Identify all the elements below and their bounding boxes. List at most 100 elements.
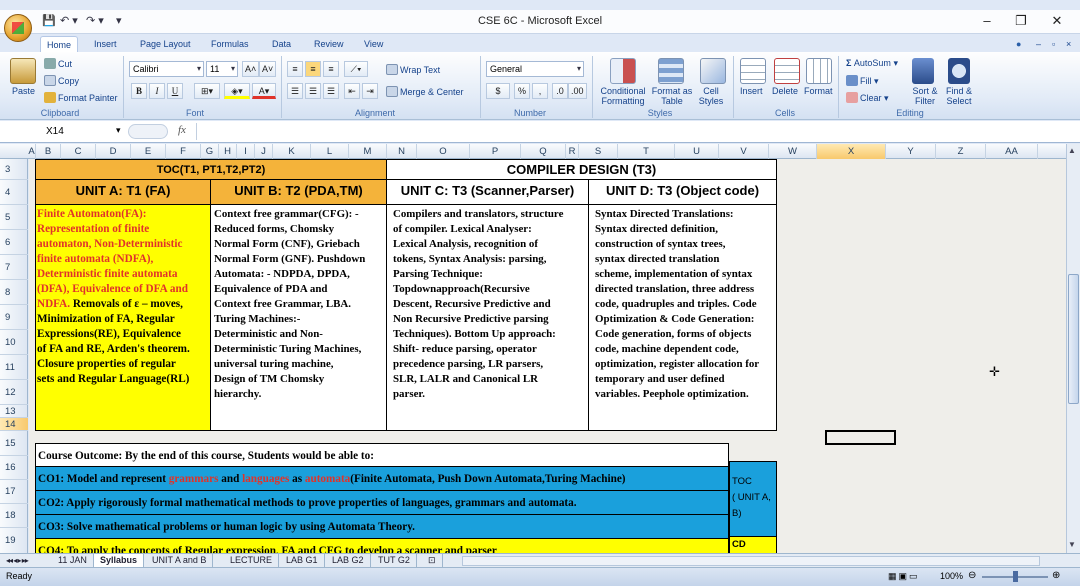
- sheet-tab[interactable]: 11 JAN: [52, 554, 94, 567]
- align-right-icon[interactable]: ☰: [323, 83, 339, 99]
- sheet-tab[interactable]: LAB G1: [280, 554, 325, 567]
- fx-icon[interactable]: fx: [178, 124, 186, 136]
- font-name-select[interactable]: Calibri: [129, 61, 204, 77]
- scroll-down-icon[interactable]: ▼: [1068, 540, 1076, 549]
- co3-row[interactable]: CO3: Solve mathematical problems or huma…: [35, 515, 729, 539]
- column-header-d[interactable]: D: [96, 144, 131, 159]
- column-header-m[interactable]: M: [349, 144, 387, 159]
- selected-cell[interactable]: [825, 430, 896, 445]
- column-header-y[interactable]: Y: [886, 144, 936, 159]
- binoculars-icon[interactable]: [948, 58, 970, 84]
- formula-input[interactable]: [196, 123, 1062, 140]
- horizontal-scrollbar[interactable]: [462, 556, 1040, 566]
- align-middle-icon[interactable]: ≡: [305, 61, 321, 77]
- align-top-icon[interactable]: ≡: [287, 61, 303, 77]
- restore-button[interactable]: ❐: [1006, 12, 1036, 30]
- tab-data[interactable]: Data: [266, 36, 297, 52]
- column-header-v[interactable]: V: [719, 144, 769, 159]
- align-center-icon[interactable]: ☰: [305, 83, 321, 99]
- unit-a-content[interactable]: Finite Automaton(FA): Representation of f…: [35, 205, 211, 431]
- sheet-tab[interactable]: Syllabus: [94, 554, 145, 567]
- align-bottom-icon[interactable]: ≡: [323, 61, 339, 77]
- row-header-8[interactable]: 8: [0, 280, 28, 305]
- conditional-formatting-icon[interactable]: [610, 58, 636, 84]
- name-box-dropdown-icon[interactable]: ▾: [116, 125, 121, 136]
- borders-icon[interactable]: ⊞▾: [194, 83, 220, 99]
- insert-cells-icon[interactable]: [740, 58, 766, 84]
- insert-sheet-icon[interactable]: ⊡: [422, 554, 443, 567]
- tab-insert[interactable]: Insert: [88, 36, 123, 52]
- zoom-in-icon[interactable]: ⊕: [1052, 570, 1060, 581]
- column-header-x[interactable]: X: [817, 144, 886, 159]
- column-header-l[interactable]: L: [311, 144, 349, 159]
- course-outcome-heading[interactable]: Course Outcome: By the end of this cours…: [35, 443, 729, 467]
- tab-page-layout[interactable]: Page Layout: [134, 36, 197, 52]
- sort-filter-icon[interactable]: [912, 58, 934, 84]
- row-header-11[interactable]: 11: [0, 355, 28, 380]
- grow-font-button[interactable]: A˄: [242, 61, 260, 77]
- conditional-formatting-button[interactable]: Conditional Formatting: [597, 86, 649, 106]
- toc-header[interactable]: TOC(T1, PT1,T2,PT2): [35, 159, 387, 180]
- cell-styles-button[interactable]: Cell Styles: [694, 86, 728, 106]
- unit-d-content[interactable]: Syntax Directed Translations: Syntax dire…: [589, 205, 777, 431]
- row-header-7[interactable]: 7: [0, 255, 28, 280]
- column-header-g[interactable]: G: [201, 144, 219, 159]
- side-toc-cell[interactable]: TOC ( UNIT A, B): [729, 461, 777, 537]
- row-header-4[interactable]: 4: [0, 180, 28, 205]
- column-header-r[interactable]: R: [566, 144, 579, 159]
- tab-view[interactable]: View: [358, 36, 389, 52]
- ribbon-restore-icon[interactable]: ▫: [1046, 36, 1061, 52]
- co4-row[interactable]: CO4: To apply the concepts of Regular ex…: [35, 539, 729, 553]
- column-header-j[interactable]: J: [255, 144, 273, 159]
- close-button[interactable]: ✕: [1042, 12, 1072, 30]
- column-header-f[interactable]: F: [166, 144, 201, 159]
- co1-row[interactable]: CO1: Model and represent grammars and la…: [35, 467, 729, 491]
- unit-d-title[interactable]: UNIT D: T3 (Object code): [589, 180, 777, 205]
- wrap-text-button[interactable]: Wrap Text: [386, 64, 440, 75]
- orientation-icon[interactable]: ⟋▾: [344, 61, 368, 77]
- office-button[interactable]: [4, 14, 32, 42]
- increase-decimal-icon[interactable]: .0: [552, 83, 568, 99]
- row-header-12[interactable]: 12: [0, 380, 28, 405]
- unit-c-content[interactable]: Compilers and translators, structure of c…: [387, 205, 589, 431]
- font-color-icon[interactable]: A▾: [252, 83, 276, 99]
- row-header-19[interactable]: 19: [0, 528, 28, 554]
- unit-b-content[interactable]: Context free grammar(CFG): - Reduced form…: [211, 205, 387, 431]
- column-header-w[interactable]: W: [769, 144, 817, 159]
- column-header-u[interactable]: U: [675, 144, 719, 159]
- insert-cells-button[interactable]: Insert: [740, 86, 763, 96]
- worksheet-grid[interactable]: TOC(T1, PT1,T2,PT2) COMPILER DESIGN (T3)…: [29, 159, 1066, 553]
- align-left-icon[interactable]: ☰: [287, 83, 303, 99]
- format-cells-button[interactable]: Format: [804, 86, 833, 96]
- row-header-5[interactable]: 5: [0, 205, 28, 230]
- unit-c-title[interactable]: UNIT C: T3 (Scanner,Parser): [387, 180, 589, 205]
- autosum-button[interactable]: Σ AutoSum ▾: [846, 58, 898, 69]
- format-table-button[interactable]: Format as Table: [651, 86, 693, 106]
- sheet-tab[interactable]: TUT G2: [372, 554, 417, 567]
- row-header-9[interactable]: 9: [0, 305, 28, 330]
- column-header-aa[interactable]: AA: [986, 144, 1038, 159]
- column-header-t[interactable]: T: [618, 144, 675, 159]
- clear-button[interactable]: Clear ▾: [846, 92, 889, 104]
- zoom-level[interactable]: 100%: [940, 571, 963, 581]
- decrease-decimal-icon[interactable]: .00: [568, 83, 587, 99]
- zoom-out-icon[interactable]: ⊖: [968, 570, 976, 581]
- sheet-tab[interactable]: UNIT A and B: [146, 554, 214, 567]
- merge-center-button[interactable]: Merge & Center: [386, 86, 464, 97]
- fill-color-icon[interactable]: ◈▾: [224, 83, 250, 99]
- shrink-font-button[interactable]: A˅: [259, 61, 277, 77]
- format-cells-icon[interactable]: [806, 58, 832, 84]
- help-icon[interactable]: ●: [1010, 36, 1027, 52]
- row-header-13[interactable]: 13: [0, 405, 28, 418]
- row-header-14[interactable]: 14: [0, 418, 28, 431]
- delete-cells-button[interactable]: Delete: [772, 86, 798, 96]
- scroll-thumb[interactable]: [1068, 274, 1079, 404]
- column-header-k[interactable]: K: [273, 144, 311, 159]
- font-size-select[interactable]: 11: [206, 61, 238, 77]
- delete-cells-icon[interactable]: [774, 58, 800, 84]
- underline-button[interactable]: U: [167, 83, 183, 99]
- minimize-button[interactable]: –: [972, 12, 1002, 30]
- unit-a-title[interactable]: UNIT A: T1 (FA): [35, 180, 211, 205]
- paste-button[interactable]: Paste: [12, 86, 35, 96]
- row-header-6[interactable]: 6: [0, 230, 28, 255]
